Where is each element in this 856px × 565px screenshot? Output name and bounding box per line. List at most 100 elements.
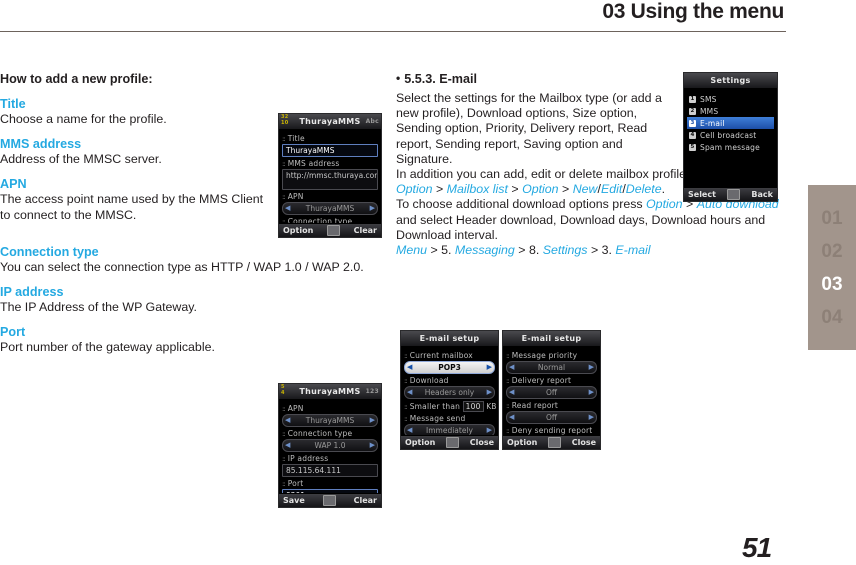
spinner-right-arrow-icon[interactable]: ▶	[487, 387, 492, 398]
mms1-label-2: APN	[287, 192, 304, 201]
settings-title-label: Settings	[710, 76, 751, 85]
email1-label-3: Message send	[409, 414, 466, 423]
email1-size-value[interactable]: 100	[462, 401, 484, 412]
spinner-left-arrow-icon[interactable]: ◀	[407, 387, 412, 398]
mms2-label-2: IP address	[287, 454, 329, 463]
left-column-heading: How to add a new profile:	[0, 72, 153, 86]
spinner-right-arrow-icon[interactable]: ▶	[370, 440, 375, 451]
spinner-left-arrow-icon[interactable]: ◀	[285, 415, 290, 426]
mms1-spinner-apn[interactable]: ◀ ThurayaMMS ▶	[282, 202, 378, 215]
email2-label-1: Delivery report	[511, 376, 572, 385]
list-marker-icon: ::	[282, 135, 286, 143]
email1-spinner-download[interactable]: ◀ Headers only ▶	[404, 386, 495, 399]
settings-item-email[interactable]: 3 E-mail	[687, 117, 774, 129]
email1-label-1: Download	[409, 376, 449, 385]
spinner-right-arrow-icon[interactable]: ▶	[487, 362, 492, 373]
spinner-left-arrow-icon[interactable]: ◀	[509, 412, 514, 423]
mms2-spinner-connection-type[interactable]: ◀ WAP 1.0 ▶	[282, 439, 378, 452]
center-key-icon[interactable]	[326, 225, 340, 236]
mms1-input-title[interactable]: ThurayaMMS	[282, 144, 378, 157]
spinner-left-arrow-icon[interactable]: ◀	[285, 440, 290, 451]
mms2-row-label-connection-type: :: Connection type	[282, 429, 378, 438]
email1-row-label-download: :: Download	[404, 376, 495, 385]
mms2-spinner-connection-type-value: WAP 1.0	[314, 441, 346, 450]
settings-softkey-left[interactable]: Select	[688, 190, 716, 199]
link-option-3[interactable]: Option	[646, 197, 683, 211]
term-block-ip-address: IP address The IP Address of the WP Gate…	[0, 285, 382, 315]
link-option[interactable]: Option	[396, 182, 433, 196]
chapter-tab-02[interactable]: 02	[808, 238, 856, 265]
list-marker-icon: ::	[506, 427, 510, 435]
settings-item-label: Spam message	[700, 142, 760, 152]
mms1-softkey-right[interactable]: Clear	[354, 226, 377, 235]
email2-softkey-right[interactable]: Close	[572, 438, 596, 447]
spinner-right-arrow-icon[interactable]: ▶	[589, 412, 594, 423]
mms2-input-ip-address[interactable]: 85.115.64.111	[282, 464, 378, 477]
email1-softkey-left[interactable]: Option	[405, 438, 435, 447]
spinner-left-arrow-icon[interactable]: ◀	[509, 387, 514, 398]
link-messaging[interactable]: Messaging	[455, 243, 515, 257]
settings-item-number: 3	[689, 119, 696, 127]
email1-spinner-current-mailbox[interactable]: ◀ POP3 ▶	[404, 361, 495, 374]
term-desc-ip-address: The IP Address of the WP Gateway.	[0, 300, 197, 315]
term-block-apn: APN The access point name used by the MM…	[0, 177, 265, 222]
chapter-tab-04[interactable]: 04	[808, 304, 856, 331]
spinner-right-arrow-icon[interactable]: ▶	[370, 203, 375, 214]
path-sep-3: > 3.	[587, 243, 616, 258]
link-menu[interactable]: Menu	[396, 243, 427, 257]
link-mailbox-list[interactable]: Mailbox list	[447, 182, 508, 196]
settings-item-mms[interactable]: 2 MMS	[687, 105, 774, 117]
auto-download-pre: To choose additional download options pr…	[396, 197, 647, 212]
center-key-icon[interactable]	[548, 437, 561, 448]
center-key-icon[interactable]	[446, 437, 459, 448]
link-email[interactable]: E-mail	[615, 243, 650, 257]
settings-item-spam-message[interactable]: 5 Spam message	[687, 141, 774, 153]
link-option-2[interactable]: Option	[522, 182, 559, 196]
mms2-spinner-apn[interactable]: ◀ ThurayaMMS ▶	[282, 414, 378, 427]
email2-softkey-left[interactable]: Option	[507, 438, 537, 447]
email2-spinner-read-report[interactable]: ◀ Off ▶	[506, 411, 597, 424]
mms2-counter-bottom: 4	[281, 389, 285, 396]
email-description-paragraph: Select the settings for the Mailbox type…	[396, 91, 679, 167]
center-key-icon[interactable]	[322, 495, 336, 506]
link-edit[interactable]: Edit	[601, 182, 622, 196]
settings-titlebar: Settings	[684, 73, 777, 89]
list-marker-icon: ::	[282, 430, 286, 438]
mms1-softkey-bar: Option Clear	[279, 223, 381, 237]
email1-softkey-right[interactable]: Close	[470, 438, 494, 447]
spinner-left-arrow-icon[interactable]: ◀	[509, 362, 514, 373]
settings-item-cell-broadcast[interactable]: 4 Cell broadcast	[687, 129, 774, 141]
list-marker-icon: ::	[404, 415, 408, 423]
spinner-right-arrow-icon[interactable]: ▶	[589, 387, 594, 398]
email2-label-0: Message priority	[511, 351, 578, 360]
spinner-right-arrow-icon[interactable]: ▶	[370, 415, 375, 426]
spinner-right-arrow-icon[interactable]: ▶	[589, 362, 594, 373]
list-marker-icon: ::	[404, 377, 408, 385]
spinner-left-arrow-icon[interactable]: ◀	[407, 362, 412, 373]
link-new[interactable]: New	[573, 182, 598, 196]
email1-titlebar: E-mail setup	[401, 331, 498, 347]
settings-softkey-right[interactable]: Back	[751, 190, 773, 199]
mms2-softkey-right[interactable]: Clear	[354, 496, 377, 505]
spinner-left-arrow-icon[interactable]: ◀	[285, 203, 290, 214]
chapter-tab-03[interactable]: 03	[808, 271, 856, 298]
mms1-softkey-left[interactable]: Option	[283, 226, 313, 235]
email2-spinner-message-priority[interactable]: ◀ Normal ▶	[506, 361, 597, 374]
settings-item-sms[interactable]: 1 SMS	[687, 93, 774, 105]
link-delete[interactable]: Delete	[626, 182, 662, 196]
mms1-input-mms-address[interactable]: http://mmsc.thuraya.com	[282, 169, 378, 190]
link-settings[interactable]: Settings	[543, 243, 588, 257]
path-sep-1: > 5.	[427, 243, 455, 258]
mms2-softkey-left[interactable]: Save	[283, 496, 305, 505]
mms2-label-1: Connection type	[287, 429, 353, 438]
auto-download-mid: and select Header download, Download day…	[396, 212, 766, 242]
screenshot-mms-profile-2: 5 4 ThurayaMMS 123 :: APN ◀ ThurayaMMS ▶ …	[278, 383, 382, 508]
email2-spinner-delivery-report-value: Off	[545, 388, 558, 397]
email2-row-label-deny-sending-report: :: Deny sending report	[506, 426, 597, 435]
chapter-tab-01[interactable]: 01	[808, 205, 856, 232]
email2-spinner-delivery-report[interactable]: ◀ Off ▶	[506, 386, 597, 399]
term-label-connection-type: Connection type	[0, 244, 99, 259]
center-key-icon[interactable]	[727, 189, 741, 200]
email2-spinner-message-priority-value: Normal	[537, 363, 566, 372]
mms1-label-1: MMS address	[287, 159, 340, 168]
